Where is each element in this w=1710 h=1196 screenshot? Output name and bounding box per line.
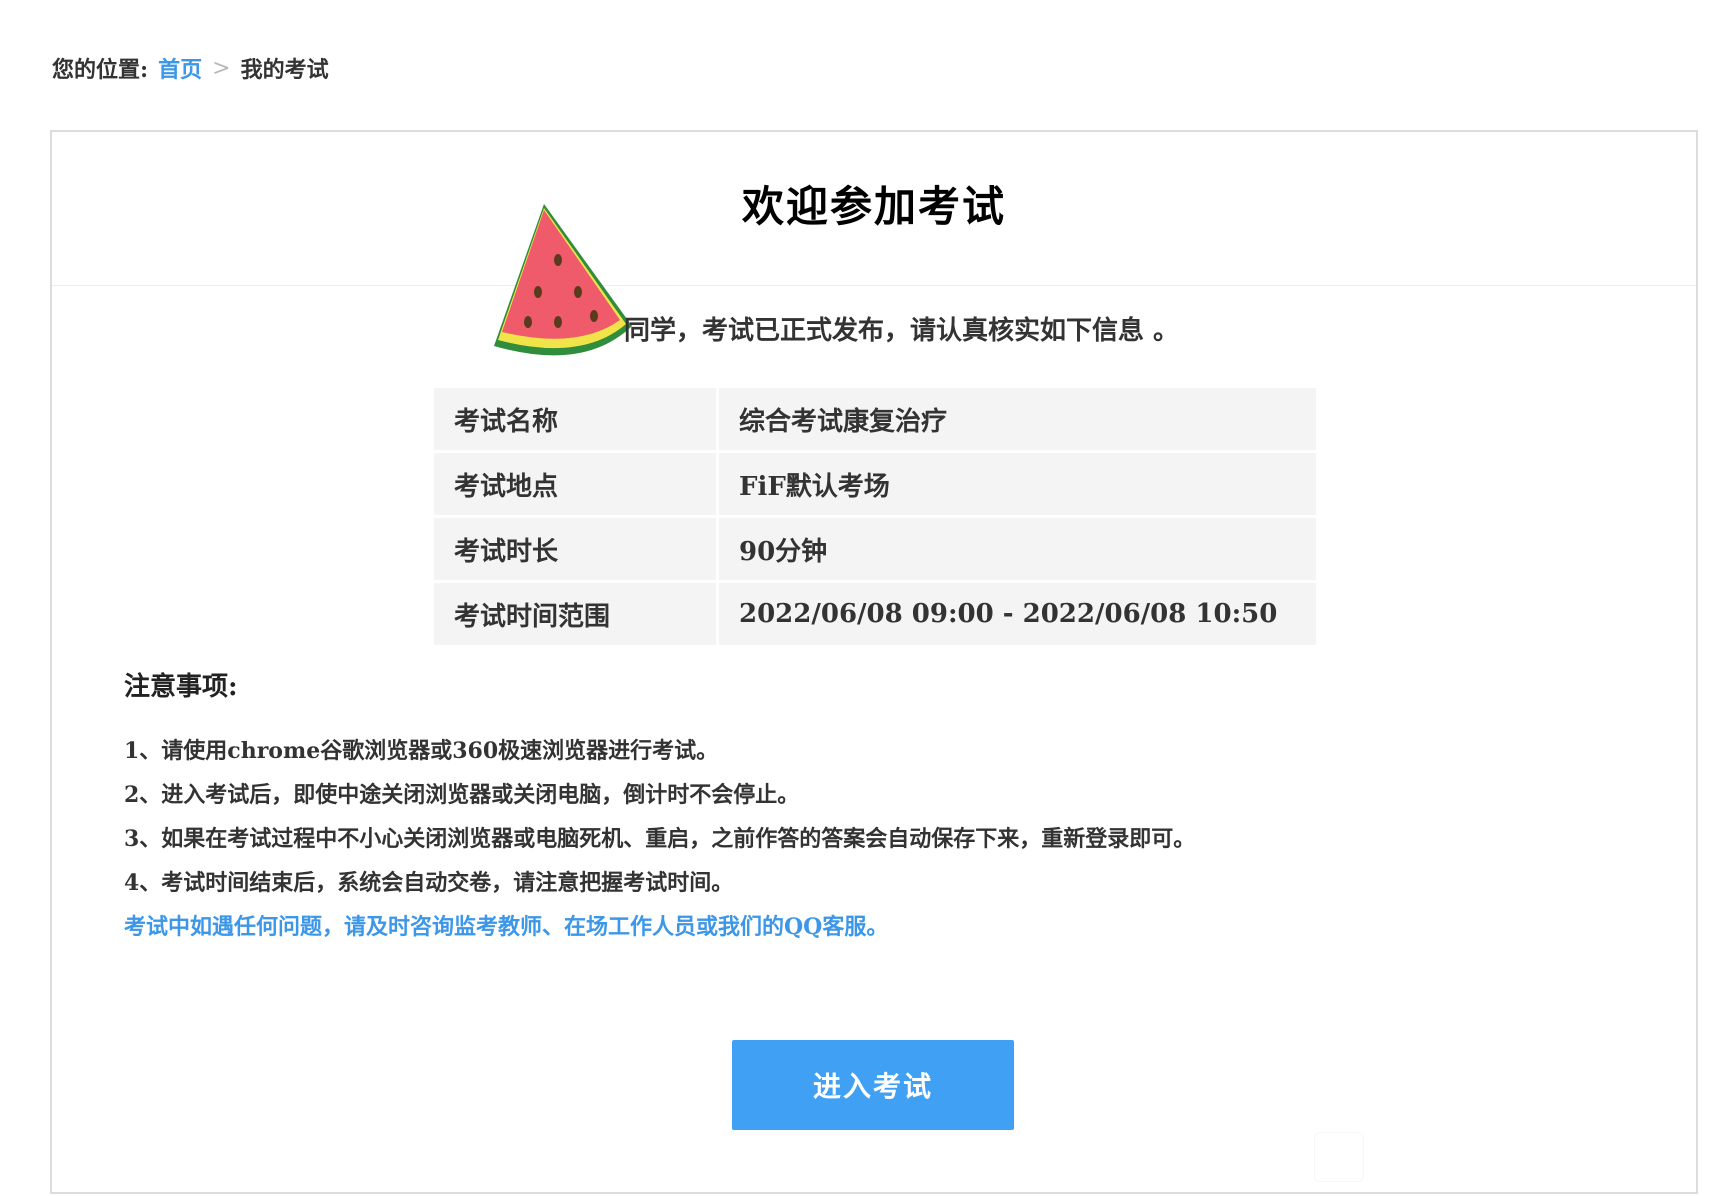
- intro-text: 同学，考试已正式发布，请认真核实如下信息 。: [624, 316, 1180, 346]
- notes-section: 注意事项: 1、请使用chrome谷歌浏览器或360极速浏览器进行考试。 2、进…: [124, 666, 1624, 949]
- note-item: 4、考试时间结束后，系统会自动交卷，请注意把握考试时间。: [124, 870, 734, 896]
- breadcrumb: 您的位置: 首页 > 我的考试: [52, 52, 329, 84]
- breadcrumb-prefix: 您的位置:: [52, 57, 149, 83]
- note-item: 3、如果在考试过程中不小心关闭浏览器或电脑死机、重启，之前作答的答案会自动保存下…: [124, 826, 1196, 852]
- info-label: 考试名称: [434, 388, 716, 450]
- info-label: 考试时长: [434, 518, 716, 580]
- info-label: 考试地点: [434, 453, 716, 515]
- notes-title: 注意事项:: [124, 672, 238, 702]
- breadcrumb-separator: >: [212, 55, 231, 81]
- exam-card: 欢迎参加考试 同学，考试已正式发布，请认真核实如下信息 。 考试名称 综合考试康…: [50, 130, 1698, 1194]
- card-header: 欢迎参加考试: [52, 132, 1696, 286]
- info-value: 2022/06/08 09:00 - 2022/06/08 10:50: [719, 583, 1316, 645]
- help-notice: 考试中如遇任何问题，请及时咨询监考教师、在场工作人员或我们的QQ客服。: [124, 914, 889, 940]
- faint-watermark-icon: [1314, 1132, 1364, 1182]
- info-value: 90分钟: [719, 518, 1316, 580]
- breadcrumb-current: 我的考试: [240, 57, 329, 83]
- info-label: 考试时间范围: [434, 583, 716, 645]
- watermelon-sticker: [494, 204, 632, 356]
- info-value: FiF默认考场: [719, 453, 1316, 515]
- info-row-duration: 考试时长 90分钟: [434, 518, 1316, 580]
- exam-info-table: 考试名称 综合考试康复治疗 考试地点 FiF默认考场 考试时长 90分钟 考试时…: [434, 388, 1316, 648]
- info-row-name: 考试名称 综合考试康复治疗: [434, 388, 1316, 450]
- note-item: 2、进入考试后，即使中途关闭浏览器或关闭电脑，倒计时不会停止。: [124, 782, 800, 808]
- note-item: 1、请使用chrome谷歌浏览器或360极速浏览器进行考试。: [124, 738, 719, 764]
- info-row-location: 考试地点 FiF默认考场: [434, 453, 1316, 515]
- info-value: 综合考试康复治疗: [719, 388, 1316, 450]
- page-title: 欢迎参加考试: [741, 182, 1006, 231]
- breadcrumb-home-link[interactable]: 首页: [158, 52, 202, 84]
- info-row-time-range: 考试时间范围 2022/06/08 09:00 - 2022/06/08 10:…: [434, 583, 1316, 645]
- enter-exam-button[interactable]: 进入考试: [732, 1040, 1014, 1130]
